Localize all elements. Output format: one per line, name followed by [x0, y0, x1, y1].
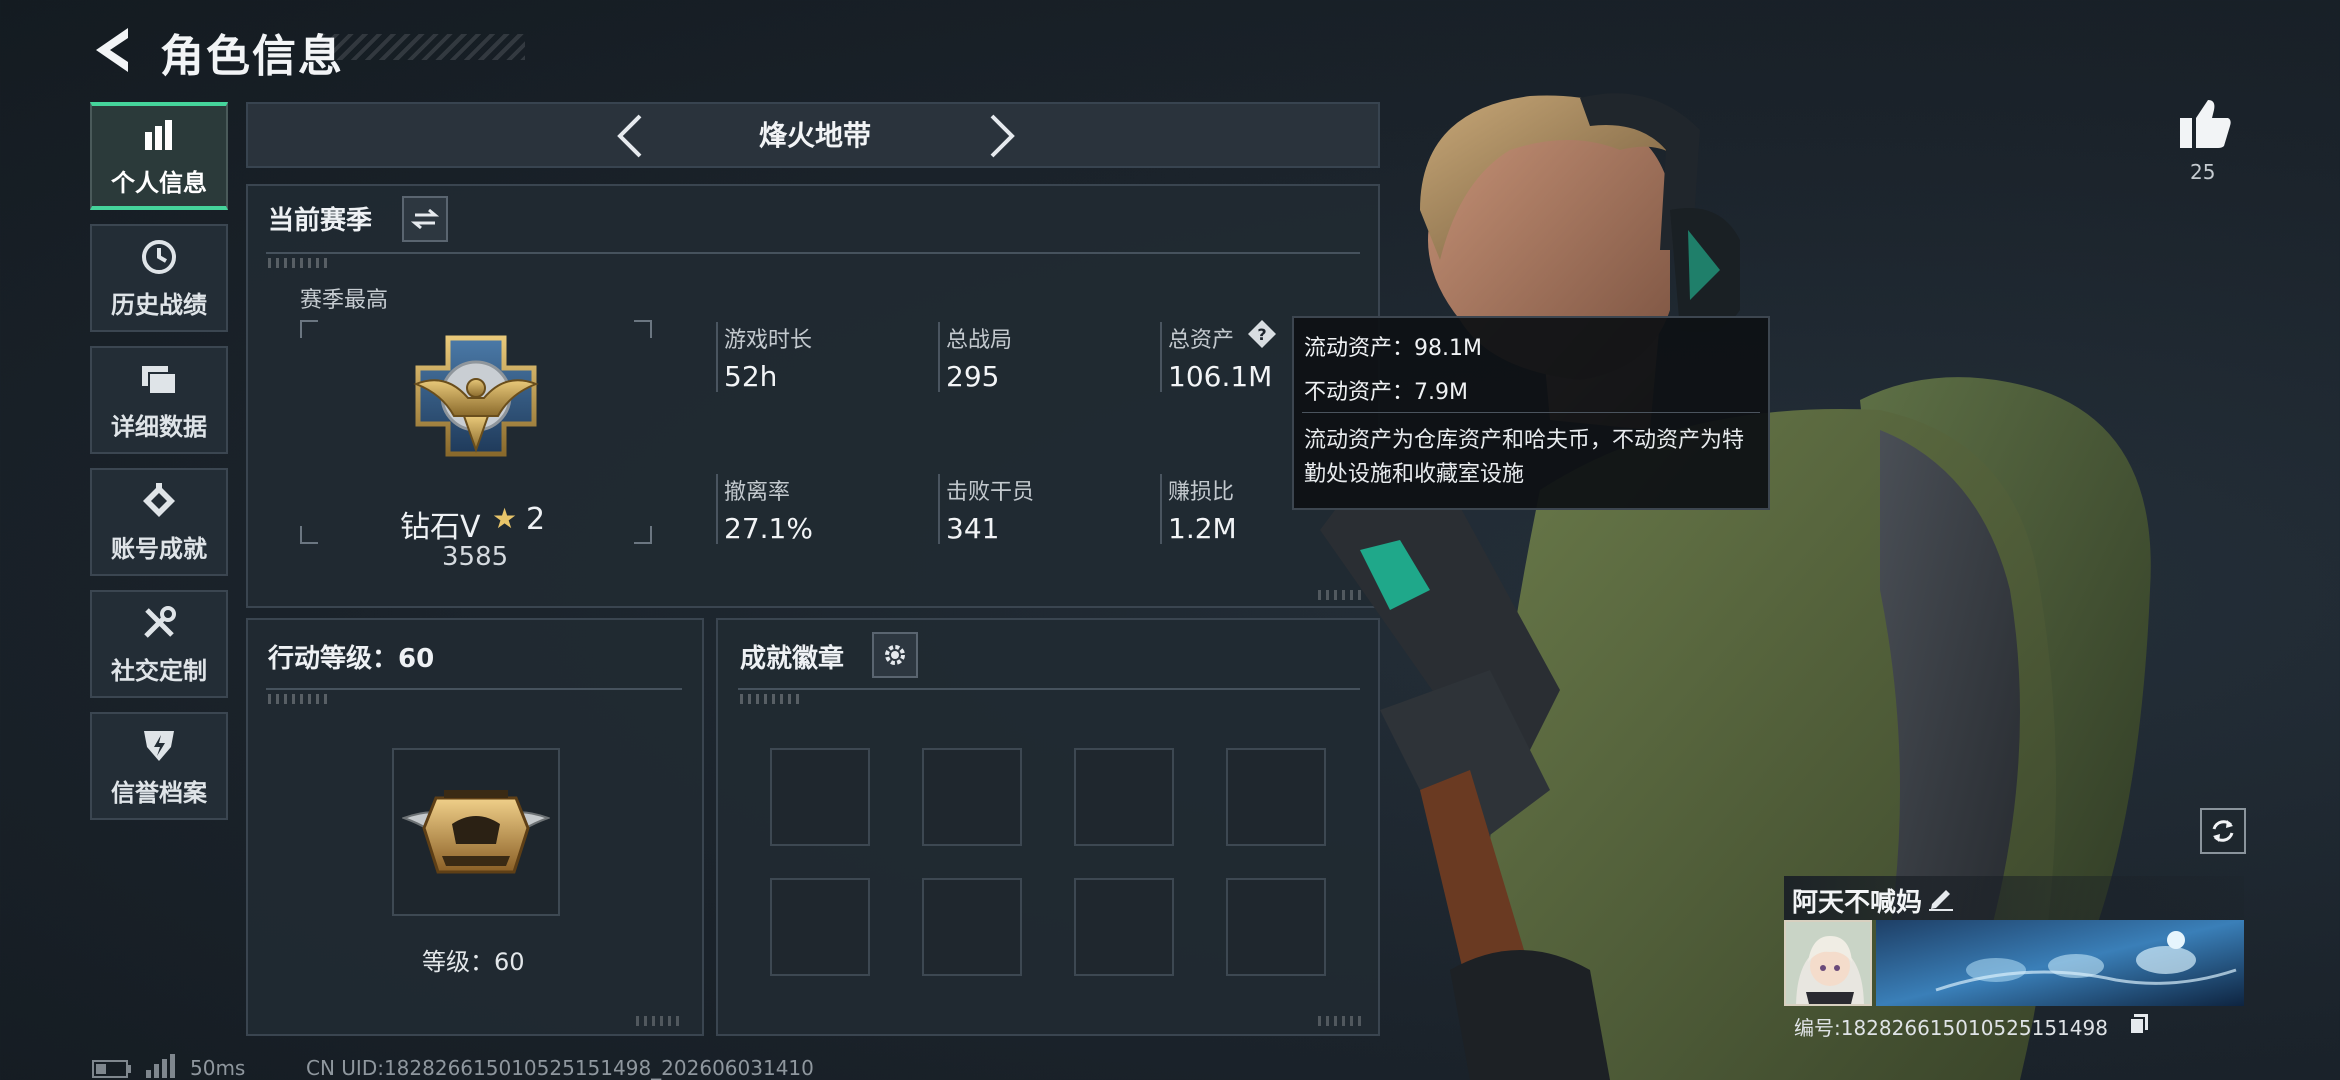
achievement-slot[interactable]: [770, 878, 870, 976]
season-best-label: 赛季最高: [300, 288, 389, 313]
nav-social-custom[interactable]: 社交定制: [90, 590, 228, 698]
nav-achievements[interactable]: 账号成就: [90, 468, 228, 576]
like-button[interactable]: [2176, 96, 2234, 152]
stat-divider: [716, 322, 718, 392]
nav-history[interactable]: 历史战绩: [90, 224, 228, 332]
svg-text:?: ?: [1257, 325, 1266, 344]
stat-value-total-matches: 295: [946, 360, 1000, 393]
rank-name: 钻石V: [400, 510, 481, 545]
tooltip-fixed-assets: 不动资产：7.9M: [1304, 380, 1468, 405]
operation-level-title: 行动等级：60: [268, 644, 435, 674]
back-arrow-icon: [96, 28, 128, 72]
level-text: 等级：60: [422, 948, 525, 976]
nav-label: 详细数据: [111, 412, 207, 441]
achievement-slot[interactable]: [922, 748, 1022, 846]
tooltip-liquid-assets: 流动资产：98.1M: [1304, 336, 1482, 361]
chevron-left-icon: [617, 114, 642, 158]
edit-name-button[interactable]: [1926, 882, 1956, 912]
reputation-icon: [139, 725, 179, 765]
stat-label-extraction-rate: 撤离率: [724, 480, 791, 505]
refresh-icon: [2212, 820, 2234, 842]
helicopter-badge-icon: [402, 790, 550, 874]
achievement-slot[interactable]: [1226, 748, 1326, 846]
rank-score: 3585: [442, 542, 509, 572]
ping-value: 50ms: [190, 1056, 246, 1080]
nav-label: 历史战绩: [111, 290, 207, 319]
mode-next-button[interactable]: [976, 110, 1026, 162]
tooltip-divider: [1302, 412, 1760, 413]
stat-divider: [938, 322, 940, 392]
swap-icon: [411, 208, 439, 230]
mode-prev-button[interactable]: [606, 110, 656, 162]
folders-icon: [139, 359, 179, 399]
profile-banner[interactable]: [1876, 920, 2244, 1006]
nav-label: 社交定制: [111, 656, 207, 685]
back-button[interactable]: [88, 22, 140, 78]
stat-value-playtime: 52h: [724, 360, 778, 393]
season-title: 当前赛季: [268, 206, 373, 236]
stat-label-total-assets: 总资产: [1168, 328, 1235, 353]
page-title: 角色信息: [160, 31, 344, 82]
level-badge[interactable]: [392, 748, 560, 916]
stat-value-operators-defeated: 341: [946, 512, 1000, 545]
nav-detailed-data[interactable]: 详细数据: [90, 346, 228, 454]
achievement-slot[interactable]: [1074, 748, 1174, 846]
achievement-badges-title: 成就徽章: [740, 644, 845, 674]
like-count: 25: [2190, 160, 2216, 184]
rank-stars-count: 2: [526, 502, 546, 537]
nav-reputation[interactable]: 信誉档案: [90, 712, 228, 820]
tools-icon: [139, 603, 179, 643]
stat-label-profit-loss-ratio: 赚损比: [1168, 480, 1235, 505]
thumbs-up-icon: [2180, 100, 2231, 148]
season-divider: [266, 252, 1360, 254]
season-switch-button[interactable]: [402, 196, 448, 242]
achievement-divider: [738, 688, 1360, 690]
diamond-rank-emblem-icon: [413, 335, 539, 457]
nav-label: 账号成就: [111, 534, 207, 563]
stat-value-extraction-rate: 27.1%: [724, 512, 813, 545]
stat-divider: [938, 474, 940, 544]
level-divider: [266, 688, 682, 690]
title-decoration: [320, 34, 525, 60]
tooltip-description: 流动资产为仓库资产和哈夫币，不动资产为特勤处设施和收藏室设施: [1304, 428, 1745, 487]
chevron-right-icon: [990, 114, 1015, 158]
star-icon: ★: [492, 502, 518, 535]
achievement-icon: [139, 481, 179, 521]
decor-marks: [740, 694, 800, 704]
stat-divider: [1160, 322, 1162, 392]
decor-marks: [636, 1016, 682, 1026]
copy-icon: [2129, 1014, 2148, 1035]
stat-label-operators-defeated: 击败干员: [946, 480, 1035, 505]
gear-icon: [885, 645, 905, 665]
achievement-slot[interactable]: [922, 878, 1022, 976]
achievement-slot[interactable]: [770, 748, 870, 846]
mode-label: 烽火地带: [758, 119, 871, 152]
help-icon[interactable]: ?: [1246, 318, 1278, 350]
stat-label-playtime: 游戏时长: [724, 328, 813, 353]
pencil-icon: [1929, 890, 1953, 911]
stat-divider: [1160, 474, 1162, 544]
battery-icon: [92, 1060, 132, 1078]
nav-personal-info[interactable]: 个人信息: [90, 102, 228, 210]
decor-marks: [268, 694, 328, 704]
avatar[interactable]: [1784, 920, 1872, 1006]
stat-value-total-assets: 106.1M: [1168, 360, 1273, 393]
signal-icon: [144, 1054, 176, 1078]
decor-marks: [268, 258, 328, 268]
footer-uid: CN UID:18282661501052515149​8_2026060314…: [306, 1056, 814, 1080]
player-id: 编号:18282661501052515149​8: [1794, 1016, 2108, 1040]
refresh-button[interactable]: [2200, 808, 2246, 854]
achievement-slot[interactable]: [1074, 878, 1174, 976]
copy-id-button[interactable]: [2128, 1012, 2150, 1036]
player-name: 阿天不喊妈: [1792, 888, 1923, 918]
clock-icon: [139, 237, 179, 277]
nav-label: 信誉档案: [111, 778, 207, 807]
stat-label-total-matches: 总战局: [946, 328, 1013, 353]
achievement-slot[interactable]: [1226, 878, 1326, 976]
nav-label: 个人信息: [111, 168, 207, 197]
bar-chart-icon: [139, 115, 179, 155]
achievement-settings-button[interactable]: [872, 632, 918, 678]
stat-divider: [716, 474, 718, 544]
stat-value-profit-loss-ratio: 1.2M: [1168, 512, 1237, 545]
